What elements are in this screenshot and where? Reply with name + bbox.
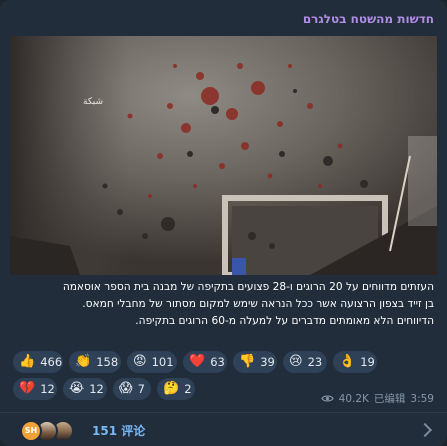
thumbs-up-icon: 👍 bbox=[19, 354, 36, 369]
reaction-count: 12 bbox=[89, 382, 104, 396]
reaction-clap[interactable]: 👏 158 bbox=[69, 351, 121, 373]
reaction-count: 2 bbox=[184, 382, 192, 396]
clap-icon: 👏 bbox=[75, 354, 92, 369]
reaction-angry[interactable]: 😡 101 bbox=[127, 351, 177, 373]
reaction-count: 466 bbox=[40, 355, 63, 369]
commenter-avatars: SH bbox=[20, 420, 84, 442]
svg-text:شبكة: شبكة bbox=[83, 97, 103, 107]
comments-link[interactable]: 151 评论 bbox=[92, 422, 145, 440]
reaction-count: 63 bbox=[210, 355, 225, 369]
ok-hand-icon: 👌 bbox=[339, 354, 356, 369]
crying-face-icon: 😢 bbox=[289, 354, 303, 369]
message-line: העזתים מדווחים על 20 הרוגים ו-28 פצועים … bbox=[62, 281, 434, 293]
sobbing-face-icon: 😭 bbox=[69, 381, 85, 396]
post-meta: 40.2K 已编辑 3:59 bbox=[320, 391, 434, 406]
broken-heart-icon: 💔 bbox=[19, 381, 36, 396]
reaction-ok-hand[interactable]: 👌 19 bbox=[333, 351, 377, 373]
reaction-screaming[interactable]: 😱 7 bbox=[113, 378, 151, 400]
avatar: SH bbox=[20, 420, 42, 442]
eye-icon bbox=[320, 395, 334, 402]
post-time: 3:59 bbox=[410, 392, 434, 405]
message-line: בן זייד בצפון הרצועה אשר ככל הנראה שימש … bbox=[82, 298, 434, 310]
reaction-count: 101 bbox=[151, 355, 174, 369]
message-line: הדיווחים הלא מאומתים מדברים על למעלה מ-6… bbox=[135, 315, 434, 327]
reaction-thumbs-up[interactable]: 👍 466 bbox=[13, 351, 63, 373]
view-count: 40.2K bbox=[338, 392, 369, 405]
reaction-count: 23 bbox=[307, 355, 323, 369]
reaction-crying[interactable]: 😢 23 bbox=[283, 351, 327, 373]
thinking-face-icon: 🤔 bbox=[163, 381, 180, 396]
post-photo[interactable]: شبكة bbox=[10, 36, 437, 275]
reaction-heart[interactable]: ❤️ 63 bbox=[183, 351, 227, 373]
reaction-count: 12 bbox=[40, 382, 55, 396]
thumbs-down-icon: 👎 bbox=[239, 354, 256, 369]
reaction-count: 158 bbox=[96, 355, 119, 369]
comments-footer[interactable]: SH 151 评论 bbox=[0, 412, 447, 446]
reaction-count: 39 bbox=[260, 355, 275, 369]
angry-face-icon: 😡 bbox=[133, 354, 147, 369]
channel-name[interactable]: חדשות מהשטח בטלגרם bbox=[0, 12, 434, 26]
shattered-wall-photo-icon: شبكة bbox=[10, 36, 437, 275]
reaction-thinking[interactable]: 🤔 2 bbox=[157, 378, 195, 400]
reaction-broken-heart[interactable]: 💔 12 bbox=[13, 378, 57, 400]
screaming-face-icon: 😱 bbox=[119, 381, 133, 396]
reaction-sobbing[interactable]: 😭 12 bbox=[63, 378, 107, 400]
edited-label: 已编辑 bbox=[373, 393, 406, 405]
reaction-thumbs-down[interactable]: 👎 39 bbox=[233, 351, 277, 373]
channel-post: חדשות מהשטח בטלגרם شبكة העזתים מדווחים ע… bbox=[0, 0, 447, 446]
chevron-right-icon bbox=[417, 422, 433, 438]
heart-icon: ❤️ bbox=[189, 354, 206, 369]
message-text: העזתים מדווחים על 20 הרוגים ו-28 פצועים … bbox=[13, 279, 434, 330]
reaction-count: 19 bbox=[360, 355, 375, 369]
reaction-count: 7 bbox=[137, 382, 145, 396]
